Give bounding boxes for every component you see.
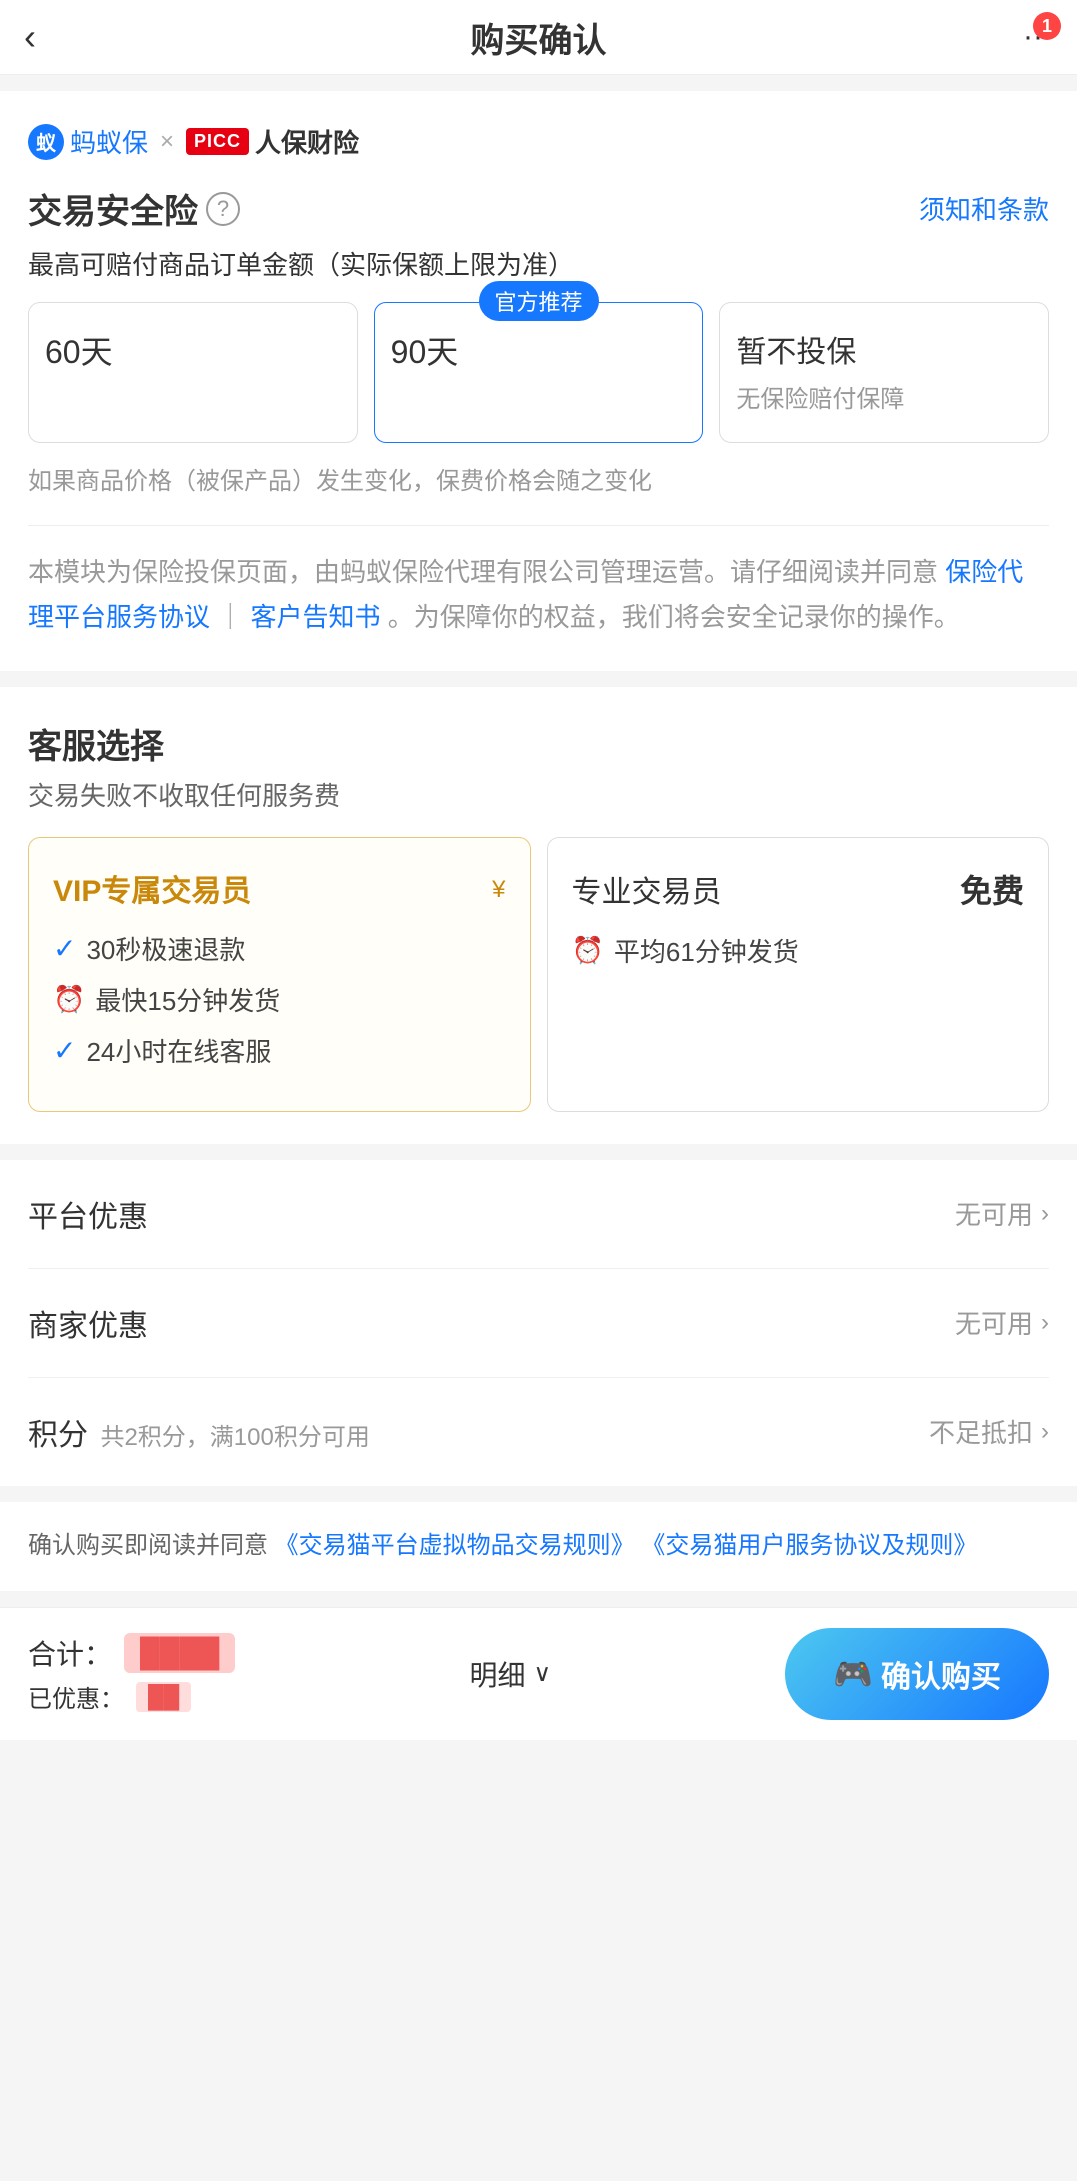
agreement-section: 确认购买即阅读并同意 《交易猫平台虚拟物品交易规则》 《交易猫用户服务协议及规则… [0, 1502, 1077, 1591]
option-90-label: 90天 [391, 327, 687, 373]
feature-3-text: 24小时在线客服 [86, 1032, 271, 1069]
help-icon[interactable]: ? [206, 192, 240, 226]
check-icon-1: ✓ [53, 932, 76, 965]
disclaimer-link2[interactable]: 客户告知书 [251, 602, 381, 632]
points-label-group: 积分 共2积分，满100积分可用 [28, 1410, 370, 1454]
brand-logos: 蚁 蚂蚁保 × PICC 人保财险 [28, 123, 1049, 160]
detail-label: 明细 [469, 1654, 525, 1694]
disclaimer-sep: ｜ [217, 602, 243, 632]
insurance-disclaimer: 本模块为保险投保页面，由蚂蚁保险代理有限公司管理运营。请仔细阅读并同意 保险代理… [28, 550, 1049, 638]
agreement-link1[interactable]: 《交易猫平台虚拟物品交易规则》 [275, 1532, 635, 1559]
cs-free-label: 免费 [960, 866, 1024, 912]
points-sublabel: 共2积分，满100积分可用 [100, 1424, 369, 1451]
cs-pro-option[interactable]: 专业交易员 免费 ⏰ 平均61分钟发货 [547, 837, 1050, 1112]
more-button[interactable]: ··· 1 [1023, 20, 1053, 54]
insurance-options: 60天 官方推荐 90天 暂不投保 无保险赔付保障 [28, 302, 1049, 443]
brand-separator: × [160, 128, 174, 156]
recommended-badge: 官方推荐 [478, 281, 598, 321]
discount-value: ██ [136, 1682, 191, 1712]
disclaimer-end: 。为保障你的权益，我们将会安全记录你的操作。 [388, 602, 960, 632]
picc-logo: PICC [186, 128, 249, 155]
insurance-notice: 如果商品价格（被保产品）发生变化，保费价格会随之变化 [28, 463, 1049, 526]
confirm-purchase-button[interactable]: 🎮 确认购买 [785, 1628, 1049, 1720]
picc-brand: PICC 人保财险 [186, 123, 359, 160]
notification-badge: 1 [1033, 12, 1061, 40]
cs-subtitle: 交易失败不收取任何服务费 [28, 776, 1049, 813]
bottom-price-info: 合计： ████ 已优惠： ██ [28, 1633, 235, 1714]
option-no-desc: 无保险赔付保障 [736, 379, 1032, 414]
total-label: 合计： [28, 1633, 112, 1673]
cs-pro-feature-1: ⏰ 平均61分钟发货 [572, 932, 1025, 969]
cs-vip-feature-1: ✓ 30秒极速退款 [53, 930, 506, 967]
cs-pro-header: 专业交易员 免费 [572, 866, 1025, 912]
points-label: 积分 [28, 1419, 88, 1452]
cs-title: 客服选择 [28, 719, 1049, 768]
discount-row: 已优惠： ██ [28, 1679, 235, 1714]
clock-icon-1: ⏰ [53, 984, 85, 1015]
confirm-label: 确认购买 [881, 1652, 1001, 1696]
header: ‹ 购买确认 ··· 1 [0, 0, 1077, 75]
merchant-discount-value[interactable]: 无可用 › [955, 1304, 1049, 1341]
cs-vip-price: ¥ [492, 872, 505, 904]
game-icon: 🎮 [833, 1655, 873, 1693]
insurance-card: 蚁 蚂蚁保 × PICC 人保财险 交易安全险 ? 须知和条款 最高可赔付商品订… [0, 91, 1077, 671]
total-row: 合计： ████ [28, 1633, 235, 1673]
clock-icon-2: ⏰ [572, 935, 604, 966]
points-value[interactable]: 不足抵扣 › [929, 1413, 1049, 1450]
insurance-option-90[interactable]: 官方推荐 90天 [374, 302, 704, 443]
insurance-title: 交易安全险 [28, 184, 198, 233]
merchant-discount-label: 商家优惠 [28, 1301, 148, 1345]
discount-card: 平台优惠 无可用 › 商家优惠 无可用 › 积分 共2积分，满100积分可用 不… [0, 1160, 1077, 1486]
cs-vip-label: VIP专属交易员 [53, 866, 251, 910]
insurance-option-60[interactable]: 60天 [28, 302, 358, 443]
agreement-link2[interactable]: 《交易猫用户服务协议及规则》 [641, 1532, 977, 1559]
pro-feature-1-text: 平均61分钟发货 [614, 932, 799, 969]
terms-link[interactable]: 须知和条款 [919, 190, 1049, 227]
detail-button[interactable]: 明细 ∨ [469, 1654, 551, 1694]
merchant-discount-row: 商家优惠 无可用 › [28, 1269, 1049, 1378]
ant-label: 蚂蚁保 [70, 123, 148, 160]
page-title: 购买确认 [471, 13, 607, 62]
insurance-title-row: 交易安全险 ? 须知和条款 [28, 184, 1049, 233]
cs-vip-feature-2: ⏰ 最快15分钟发货 [53, 981, 506, 1018]
picc-name: 人保财险 [255, 123, 359, 160]
cs-vip-option[interactable]: VIP专属交易员 ¥ ✓ 30秒极速退款 ⏰ 最快15分钟发货 ✓ 24小时在线… [28, 837, 531, 1112]
points-text: 不足抵扣 [929, 1413, 1033, 1450]
platform-discount-value[interactable]: 无可用 › [955, 1195, 1049, 1232]
option-60-label: 60天 [45, 327, 341, 373]
insurance-option-no[interactable]: 暂不投保 无保险赔付保障 [719, 302, 1049, 443]
cs-options: VIP专属交易员 ¥ ✓ 30秒极速退款 ⏰ 最快15分钟发货 ✓ 24小时在线… [28, 837, 1049, 1112]
detail-chevron-icon: ∨ [533, 1659, 551, 1688]
option-no-label: 暂不投保 [736, 327, 1032, 371]
merchant-discount-text: 无可用 [955, 1304, 1033, 1341]
platform-chevron: › [1041, 1200, 1049, 1228]
feature-1-text: 30秒极速退款 [86, 930, 245, 967]
bottom-bar: 合计： ████ 已优惠： ██ 明细 ∨ 🎮 确认购买 [0, 1607, 1077, 1740]
platform-discount-label: 平台优惠 [28, 1192, 148, 1236]
check-icon-2: ✓ [53, 1034, 76, 1067]
customer-service-card: 客服选择 交易失败不收取任何服务费 VIP专属交易员 ¥ ✓ 30秒极速退款 ⏰… [0, 687, 1077, 1144]
ant-icon: 蚁 [28, 124, 64, 160]
merchant-chevron: › [1041, 1309, 1049, 1337]
cs-vip-feature-3: ✓ 24小时在线客服 [53, 1032, 506, 1069]
points-chevron: › [1041, 1418, 1049, 1446]
yen-symbol: ¥ [492, 876, 505, 903]
agreement-text: 确认购买即阅读并同意 《交易猫平台虚拟物品交易规则》 《交易猫用户服务协议及规则… [28, 1526, 1049, 1567]
feature-2-text: 最快15分钟发货 [95, 981, 280, 1018]
total-price: ████ [124, 1633, 235, 1673]
cs-vip-header: VIP专属交易员 ¥ [53, 866, 506, 910]
agreement-prefix: 确认购买即阅读并同意 [28, 1532, 275, 1559]
back-button[interactable]: ‹ [24, 16, 36, 58]
platform-discount-row: 平台优惠 无可用 › [28, 1160, 1049, 1269]
disclaimer-text: 本模块为保险投保页面，由蚂蚁保险代理有限公司管理运营。请仔细阅读并同意 [28, 557, 938, 587]
discount-label: 已优惠： [28, 1679, 124, 1714]
insurance-subtitle: 最高可赔付商品订单金额（实际保额上限为准） [28, 245, 1049, 282]
ant-brand: 蚁 蚂蚁保 [28, 123, 148, 160]
platform-discount-text: 无可用 [955, 1195, 1033, 1232]
cs-pro-label: 专业交易员 [572, 867, 722, 911]
points-row: 积分 共2积分，满100积分可用 不足抵扣 › [28, 1378, 1049, 1486]
